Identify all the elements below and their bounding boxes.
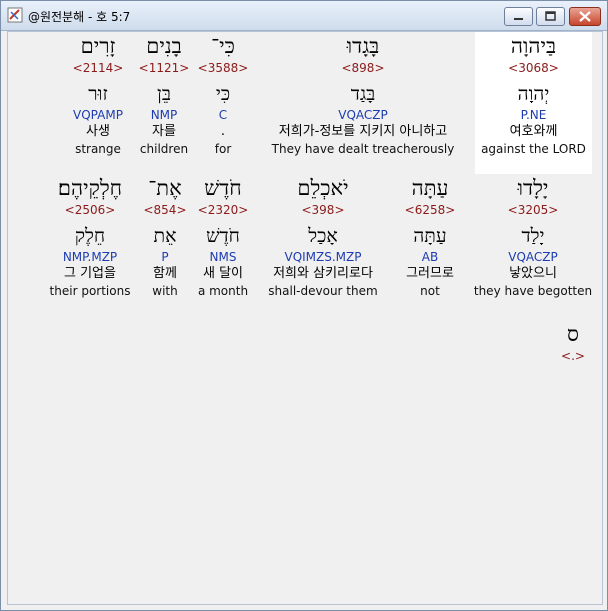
strong-number[interactable]: <2320>: [193, 202, 253, 218]
parsing-code: AB: [421, 250, 439, 264]
word-block[interactable]: יֹאכְלֵם <398> אָכַל VQIMZS.MZP 저희와 삼키리로…: [255, 174, 391, 299]
lexical-form: אֵת: [153, 225, 177, 247]
parsing-code: P.NE: [520, 108, 547, 122]
hebrew-word: ס: [567, 322, 579, 346]
app-icon: [7, 7, 23, 23]
hebrew-word: בָּגָדוּ: [346, 34, 380, 58]
strong-number[interactable]: <898>: [257, 60, 469, 76]
lexical-form: חֹדֶשׁ: [206, 225, 240, 247]
parsing-code: C: [218, 108, 228, 122]
word-block[interactable]: בָנִים <1121> בֵּן NMP 자를 children: [134, 32, 194, 157]
strong-number[interactable]: <2114>: [64, 60, 132, 76]
hebrew-word: בַּיהוָה: [510, 34, 557, 58]
word-block[interactable]: ס <.>: [556, 320, 590, 364]
parsing-code: NMS: [209, 250, 237, 264]
minimize-icon: [514, 18, 523, 20]
word-block[interactable]: עַתָּה <6258> עַתָּה AB 그러므로 not: [393, 174, 467, 299]
maximize-button[interactable]: [536, 7, 565, 26]
lexical-form: יָלַד: [521, 225, 545, 247]
parsing-code: VQPAMP: [73, 108, 123, 122]
korean-gloss: 자를: [152, 124, 176, 139]
korean-gloss: 그 기업을: [64, 266, 116, 281]
window-title: @원전분해 - 호 5:7: [28, 10, 131, 24]
word-block[interactable]: יָלָדוּ <3205> יָלַד VQACZP 낳았으니 they ha…: [469, 174, 597, 299]
hebrew-word: יָלָדוּ: [517, 176, 549, 200]
korean-gloss: 사생: [86, 124, 110, 139]
lexical-form: זוּר: [88, 83, 108, 105]
korean-gloss: 여호와께: [509, 124, 558, 139]
parsing-code: VQIMZS.MZP: [284, 250, 362, 264]
word-block[interactable]: חֹדֶשׁ <2320> חֹדֶשׁ NMS 새 달이 a month: [193, 174, 253, 299]
close-icon: [579, 11, 591, 22]
interlinear-panel: בַּיהוָה <3068> יְהוָה P.NE 여호와께 against…: [7, 31, 603, 605]
parsing-code: NMP: [150, 108, 178, 122]
english-gloss: not: [420, 284, 440, 298]
lexical-form: יְהוָה: [517, 83, 550, 105]
strong-number[interactable]: <398>: [255, 202, 391, 218]
app-window: @원전분해 - 호 5:7 בַּיהוָה <3068> יְהוָה P.N…: [0, 0, 608, 611]
english-gloss: against the LORD: [481, 142, 586, 156]
minimize-button[interactable]: [504, 7, 533, 26]
strong-number[interactable]: <3205>: [469, 202, 597, 218]
korean-gloss: 저희와 삼키리로다: [273, 266, 373, 281]
strong-number[interactable]: <2506>: [44, 202, 136, 218]
word-block[interactable]: כִּי־ <3588> כִּי C . for: [194, 32, 252, 157]
word-block[interactable]: אֶת־ <854> אֵת P 함께 with: [139, 174, 191, 299]
strong-number[interactable]: <854>: [139, 202, 191, 218]
english-gloss: they have begotten: [473, 284, 593, 298]
hebrew-word: זָרִים: [80, 34, 116, 58]
strong-number[interactable]: <3588>: [194, 60, 252, 76]
english-gloss: shall-devour them: [268, 284, 378, 298]
hebrew-word: עַתָּה: [411, 176, 449, 200]
korean-gloss: 새 달이: [202, 266, 243, 281]
word-block[interactable]: בַּיהוָה <3068> יְהוָה P.NE 여호와께 against…: [475, 32, 592, 174]
parsing-code: P: [161, 250, 169, 264]
english-gloss: strange: [75, 142, 121, 156]
korean-gloss: 낳았으니: [509, 266, 557, 281]
hebrew-word: חֶלְקֵיהֶם׃: [57, 176, 123, 200]
lexical-form: עַתָּה: [413, 225, 447, 247]
word-block[interactable]: זָרִים <2114> זוּר VQPAMP 사생 strange: [64, 32, 132, 157]
lexical-form: כִּי: [215, 83, 231, 105]
strong-number[interactable]: <6258>: [393, 202, 467, 218]
hebrew-word: אֶת־: [148, 176, 182, 200]
english-gloss: for: [214, 142, 232, 156]
word-block[interactable]: חֶלְקֵיהֶם׃ <2506> חֵלֶק NMP.MZP 그 기업을 t…: [44, 174, 136, 299]
parsing-code: NMP.MZP: [62, 250, 118, 264]
korean-gloss: 그러므로: [406, 266, 454, 281]
hebrew-word: בָנִים: [146, 34, 182, 58]
hebrew-word: כִּי־: [211, 34, 235, 58]
hebrew-word: יֹאכְלֵם: [297, 176, 349, 200]
strong-number[interactable]: <1121>: [134, 60, 194, 76]
word-block[interactable]: בָּגָדוּ <898> בָּגַד VQACZP 저희가-정보를 지키지…: [257, 32, 469, 157]
maximize-icon: [545, 11, 556, 21]
lexical-form: חֵלֶק: [74, 225, 106, 247]
english-gloss: their portions: [49, 284, 131, 298]
lexical-form: בֵּן: [157, 83, 171, 105]
title-bar[interactable]: @원전분해 - 호 5:7: [1, 1, 607, 31]
english-gloss: children: [139, 142, 189, 156]
strong-number[interactable]: <.>: [556, 348, 590, 364]
korean-gloss: 함께: [153, 266, 177, 281]
hebrew-word: חֹדֶשׁ: [204, 176, 242, 200]
english-gloss: with: [152, 284, 178, 298]
lexical-form: בָּגַד: [350, 83, 376, 105]
strong-number[interactable]: <3068>: [475, 60, 592, 76]
parsing-code: VQACZP: [508, 250, 558, 264]
korean-gloss: .: [220, 124, 226, 139]
english-gloss: They have dealt treacherously: [271, 142, 455, 156]
english-gloss: a month: [197, 284, 249, 298]
korean-gloss: 저희가-정보를 지키지 아니하고: [278, 124, 448, 139]
close-button[interactable]: [569, 7, 601, 26]
parsing-code: VQACZP: [338, 108, 388, 122]
lexical-form: אָכַל: [308, 225, 338, 247]
